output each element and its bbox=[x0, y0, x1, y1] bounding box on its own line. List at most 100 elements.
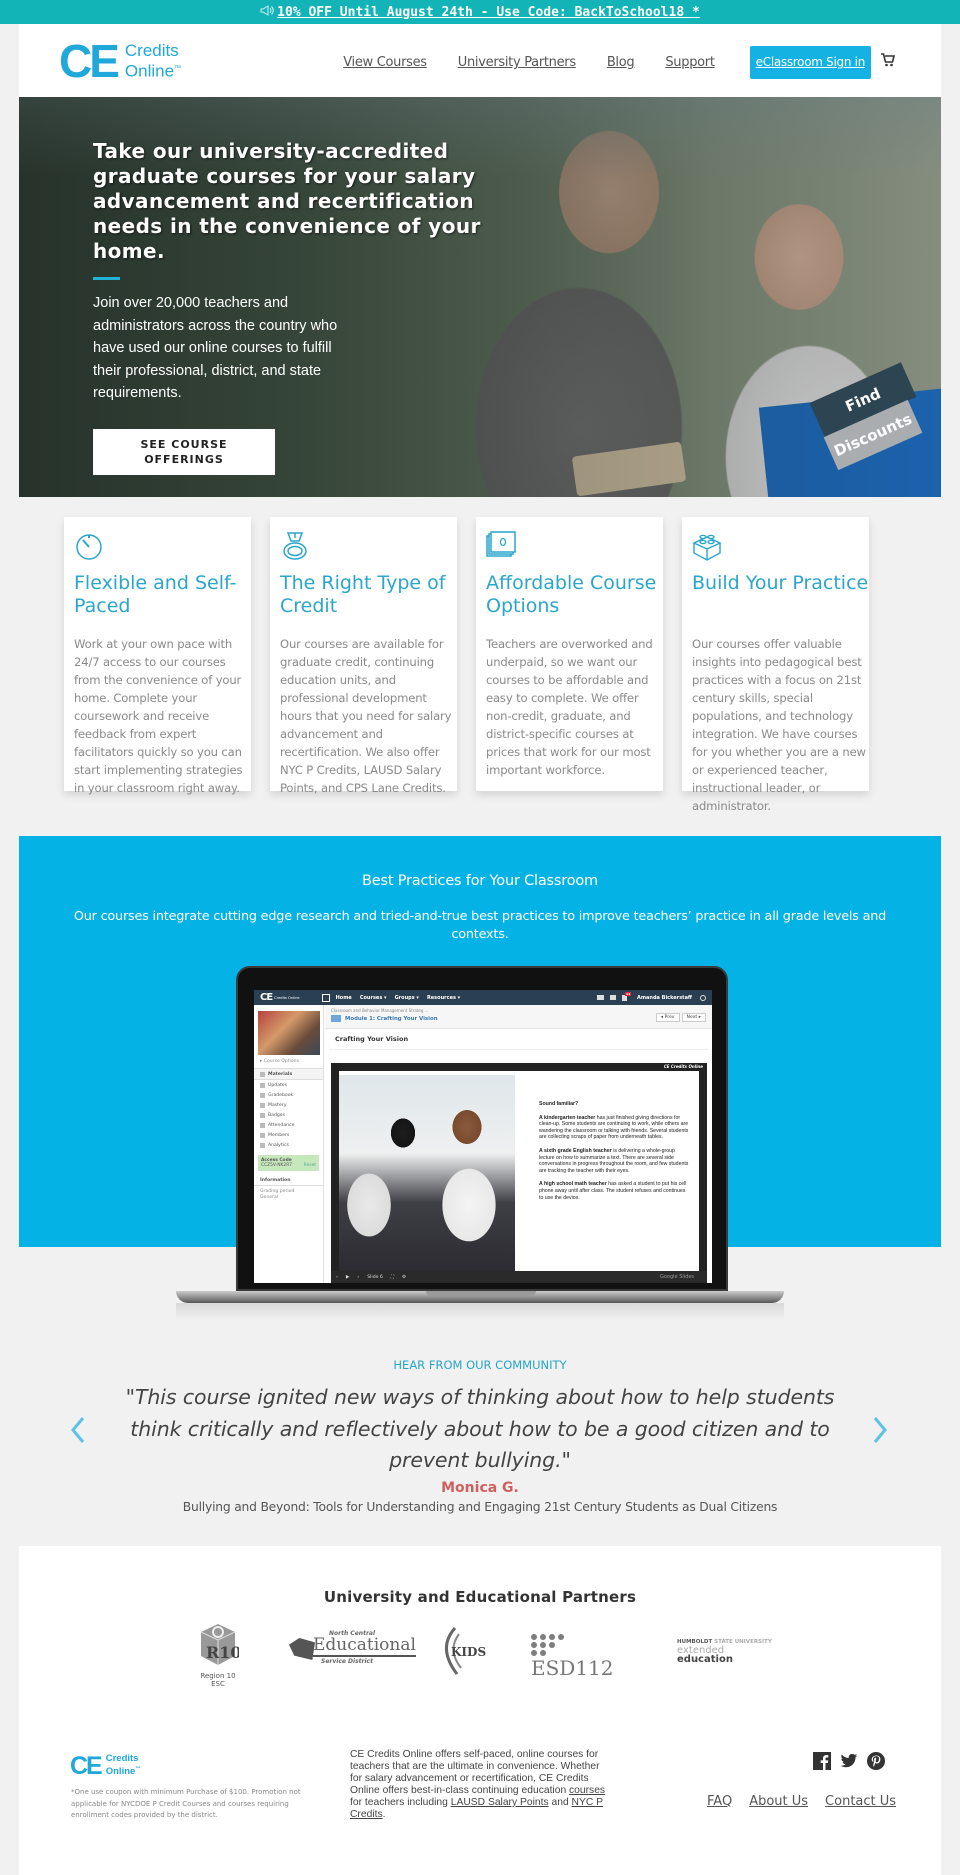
screen-menu-item: Groups ▾ bbox=[394, 994, 419, 1001]
screen-side-item: Gradebook bbox=[254, 1090, 323, 1100]
information-heading: Information bbox=[254, 1176, 323, 1186]
feature-title: The Right Type of Credit bbox=[280, 572, 446, 617]
feature-card: Affordable Course Options Teachers are o… bbox=[476, 517, 663, 791]
course-thumbnail bbox=[258, 1011, 320, 1055]
laptop-mockup: CE Credits Online Home Courses ▾ Groups … bbox=[176, 966, 784, 1322]
button-line-1: SEE COURSE bbox=[140, 437, 228, 451]
logo-tm: ™ bbox=[174, 64, 182, 72]
footer-about-text: CE Credits Online offers self-paced, onl… bbox=[350, 1749, 606, 1820]
help-icon bbox=[700, 994, 706, 1001]
testimonial-author: Monica G. bbox=[441, 1480, 519, 1496]
pinterest-icon[interactable] bbox=[867, 1752, 885, 1770]
screen-user-name: Amanda Bickerstaff bbox=[636, 994, 692, 1001]
button-line-2: OFFERINGS bbox=[144, 452, 224, 466]
footer-link-contact-us[interactable]: Contact Us bbox=[825, 1794, 896, 1809]
nav-blog[interactable]: Blog bbox=[607, 55, 635, 70]
footer-logo-mark: CE bbox=[70, 1751, 103, 1780]
feature-card: Build Your Practice Our courses offer va… bbox=[682, 517, 869, 813]
logo-mark: CE bbox=[59, 35, 120, 87]
partner-logo-esd112[interactable]: ESD112 bbox=[531, 1634, 631, 1680]
screen-menu-item: Home bbox=[335, 994, 352, 1001]
slide-photo bbox=[339, 1075, 515, 1271]
feature-body: Work at your own pace with 24/7 access t… bbox=[74, 637, 243, 795]
feature-cards: Flexible and Self-Paced Work at your own… bbox=[0, 497, 960, 837]
screen-prev-button: ◂ Prev bbox=[655, 1013, 680, 1022]
partner-logo-region10[interactable]: R10 Region 10 ESC bbox=[193, 1622, 243, 1688]
footer-logo[interactable]: CE Credits Online™ bbox=[70, 1751, 141, 1780]
screen-topbar: CE Credits Online Home Courses ▾ Groups … bbox=[254, 990, 712, 1005]
footer-link-faq[interactable]: FAQ bbox=[707, 1794, 732, 1809]
screen-side-item: Attendance bbox=[254, 1120, 323, 1130]
site-header: CE Credits Online™ View Courses Universi… bbox=[19, 24, 941, 97]
slide-controls: ‹ ▶ › Slide 6 ⛶ ⚙ Google Slides bbox=[331, 1271, 707, 1283]
promo-link[interactable]: 10% OFF Until August 24th - Use Code: Ba… bbox=[277, 5, 700, 20]
feature-body: Our courses offer valuable insights into… bbox=[692, 637, 866, 813]
screen-logo: CE bbox=[260, 992, 273, 1003]
building-block-icon bbox=[692, 531, 722, 561]
find-course-discounts-badge[interactable]: Find Course Discounts bbox=[809, 362, 923, 471]
main-nav: View Courses University Partners Blog Su… bbox=[312, 46, 871, 79]
screen-menu-item: Courses ▾ bbox=[359, 994, 387, 1001]
people-icon bbox=[609, 995, 616, 1000]
screen-side-item: Members bbox=[254, 1130, 323, 1140]
promo-banner: 10% OFF Until August 24th - Use Code: Ba… bbox=[0, 0, 960, 24]
partners-title: University and Educational Partners bbox=[323, 1588, 637, 1606]
page-height-spacer bbox=[0, 0, 1, 1875]
eclassroom-signin-button[interactable]: eClassroom Sign in bbox=[749, 46, 871, 79]
screen-side-item: Badges bbox=[254, 1110, 323, 1120]
mail-icon bbox=[596, 995, 604, 1000]
screen-slide: CE Credits Online Sound familiar? A kind… bbox=[331, 1063, 707, 1283]
chevron-right-icon[interactable] bbox=[870, 1415, 890, 1445]
best-practices-title: Best Practices for Your Classroom bbox=[362, 873, 598, 889]
feature-title: Build Your Practice bbox=[692, 572, 869, 594]
partners-footer-section: University and Educational Partners R10 … bbox=[19, 1546, 941, 1875]
screen-logo-words: Credits Online bbox=[274, 995, 300, 1000]
feature-body: Teachers are overworked and underpaid, s… bbox=[486, 637, 653, 777]
course-options: ▸ Course Options bbox=[260, 1059, 299, 1064]
footer-logo-wordmark: Credits Online™ bbox=[105, 1753, 141, 1778]
hero-title: Take our university-accredited graduate … bbox=[93, 139, 481, 263]
search-icon bbox=[321, 993, 330, 1002]
cart-icon[interactable] bbox=[880, 52, 896, 68]
laptop-notch bbox=[426, 1291, 536, 1296]
feature-body: Our courses are available for graduate c… bbox=[280, 637, 452, 795]
footer-links: FAQ About Us Contact Us bbox=[707, 1794, 896, 1809]
twitter-icon[interactable] bbox=[840, 1752, 858, 1770]
screen-side-item: Analytics bbox=[254, 1140, 323, 1150]
footer-link-lausd[interactable]: LAUSD Salary Points bbox=[451, 1797, 549, 1808]
svg-text:KIDS: KIDS bbox=[451, 1645, 486, 1659]
screen-page-title: Crafting Your Vision bbox=[329, 1029, 708, 1050]
facebook-icon[interactable] bbox=[813, 1752, 831, 1770]
nav-support[interactable]: Support bbox=[665, 55, 715, 70]
nav-view-courses[interactable]: View Courses bbox=[343, 55, 427, 70]
nav-university-partners[interactable]: University Partners bbox=[458, 55, 576, 70]
hero-content: Take our university-accredited graduate … bbox=[93, 139, 483, 475]
logo-line-2: Online bbox=[124, 61, 175, 81]
screen-side-item: Materials bbox=[254, 1068, 323, 1080]
footer-link-courses[interactable]: courses bbox=[569, 1785, 605, 1796]
partner-logo-kids[interactable]: KIDS bbox=[437, 1626, 487, 1676]
feature-title: Flexible and Self-Paced bbox=[74, 572, 237, 617]
footer-link-about-us[interactable]: About Us bbox=[749, 1794, 808, 1809]
feature-card: Flexible and Self-Paced Work at your own… bbox=[64, 517, 251, 795]
laptop-bezel: CE Credits Online Home Courses ▾ Groups … bbox=[236, 966, 728, 1291]
screen-sidebar: ▸ Course Options Materials Updates Grade… bbox=[254, 1005, 324, 1283]
megaphone-icon bbox=[260, 0, 274, 24]
partner-logos: R10 Region 10 ESC North Central Educatio… bbox=[19, 1622, 941, 1692]
chevron-left-icon[interactable] bbox=[68, 1415, 88, 1445]
footer-promo-note: *One use coupon with minimum Purchase of… bbox=[71, 1788, 301, 1819]
screen-side-item: Updates bbox=[254, 1080, 323, 1090]
feature-title: Affordable Course Options bbox=[486, 572, 657, 617]
stopwatch-icon bbox=[74, 531, 104, 561]
site-logo[interactable]: CE Credits Online™ bbox=[59, 35, 182, 87]
screen-main: Classroom and Behavior Management Strate… bbox=[325, 1005, 712, 1283]
laptop-screen: CE Credits Online Home Courses ▾ Groups … bbox=[254, 990, 712, 1283]
partner-logo-humboldt[interactable]: HUMBOLDT STATE UNIVERSITY extended educa… bbox=[677, 1639, 797, 1665]
screen-side-item: Mastery bbox=[254, 1100, 323, 1110]
see-course-offerings-button[interactable]: SEE COURSE OFFERINGS bbox=[93, 428, 275, 475]
slide-text: Sound familiar? A kindergarten teacher h… bbox=[539, 1101, 689, 1201]
hero-body: Join over 20,000 teachers and administra… bbox=[93, 295, 338, 401]
hero-banner: Take our university-accredited graduate … bbox=[19, 97, 941, 497]
money-stack-icon bbox=[486, 531, 516, 561]
feature-card: The Right Type of Credit Our courses are… bbox=[270, 517, 457, 795]
